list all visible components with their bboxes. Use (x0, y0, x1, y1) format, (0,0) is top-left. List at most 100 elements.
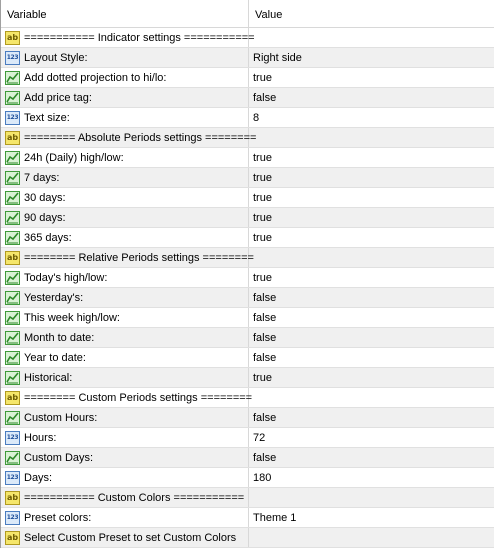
parameter-row[interactable]: Historical: true (1, 368, 494, 388)
section-row[interactable]: ab ======== Relative Periods settings ===… (1, 248, 494, 268)
parameter-value-cell[interactable]: true (249, 188, 494, 207)
string-icon: ab (5, 530, 20, 545)
section-row[interactable]: ab =========== Indicator settings =======… (1, 28, 494, 48)
parameter-value-cell[interactable]: 8 (249, 108, 494, 127)
parameter-row[interactable]: 123 Preset colors: Theme 1 (1, 508, 494, 528)
parameter-row[interactable]: This week high/low: false (1, 308, 494, 328)
parameter-name-cell[interactable]: Custom Hours: (1, 408, 249, 427)
parameter-row[interactable]: Yesterday's: false (1, 288, 494, 308)
parameter-value-cell[interactable]: false (249, 408, 494, 427)
parameter-value-cell[interactable]: false (249, 448, 494, 467)
parameter-value-cell[interactable] (249, 248, 494, 267)
parameter-value-cell[interactable] (249, 128, 494, 147)
parameter-row[interactable]: 365 days: true (1, 228, 494, 248)
parameter-name: =========== Custom Colors =========== (24, 491, 245, 504)
parameter-row[interactable]: 90 days: true (1, 208, 494, 228)
parameter-name: ======== Relative Periods settings =====… (24, 251, 254, 264)
parameter-name-cell[interactable]: 365 days: (1, 228, 249, 247)
parameter-name: Layout Style: (24, 51, 88, 64)
parameter-value-cell[interactable]: Right side (249, 48, 494, 67)
parameter-name: Today's high/low: (24, 271, 108, 284)
value-column-header[interactable]: Value (249, 0, 494, 27)
boolean-icon (5, 290, 20, 305)
parameter-name-cell[interactable]: ab =========== Custom Colors =========== (1, 488, 249, 507)
parameter-value-cell[interactable] (249, 28, 494, 47)
parameter-row[interactable]: Add price tag: false (1, 88, 494, 108)
parameter-name: Text size: (24, 111, 70, 124)
parameter-value-cell[interactable]: false (249, 308, 494, 327)
parameter-value-cell[interactable]: 180 (249, 468, 494, 487)
parameter-value-cell[interactable]: true (249, 68, 494, 87)
parameter-name-cell[interactable]: 123 Hours: (1, 428, 249, 447)
parameter-value-cell[interactable]: false (249, 328, 494, 347)
parameter-name-cell[interactable]: 123 Layout Style: (1, 48, 249, 67)
parameter-name-cell[interactable]: Historical: (1, 368, 249, 387)
parameter-value-cell[interactable]: true (249, 168, 494, 187)
parameter-row[interactable]: 123 Text size: 8 (1, 108, 494, 128)
parameter-name-cell[interactable]: Custom Days: (1, 448, 249, 467)
parameter-row[interactable]: 24h (Daily) high/low: true (1, 148, 494, 168)
parameter-name-cell[interactable]: 30 days: (1, 188, 249, 207)
parameter-name-cell[interactable]: ab ======== Custom Periods settings =====… (1, 388, 252, 407)
inputs-grid: Variable Value ab =========== Indicator s… (0, 0, 494, 548)
parameter-row[interactable]: Custom Hours: false (1, 408, 494, 428)
parameter-name-cell[interactable]: 123 Text size: (1, 108, 249, 127)
parameter-row[interactable]: 123 Days: 180 (1, 468, 494, 488)
section-row[interactable]: ab ======== Absolute Periods settings ===… (1, 128, 494, 148)
parameter-value-cell[interactable] (249, 488, 494, 507)
parameter-name: Historical: (24, 371, 73, 384)
parameter-row[interactable]: 30 days: true (1, 188, 494, 208)
boolean-icon (5, 170, 20, 185)
parameter-row[interactable]: 123 Hours: 72 (1, 428, 494, 448)
parameter-name: 30 days: (24, 191, 66, 204)
parameter-name-cell[interactable]: Year to date: (1, 348, 249, 367)
parameter-name-cell[interactable]: 7 days: (1, 168, 249, 187)
parameter-name-cell[interactable]: ab =========== Indicator settings =======… (1, 28, 255, 47)
parameter-row[interactable]: Month to date: false (1, 328, 494, 348)
parameter-name-cell[interactable]: Yesterday's: (1, 288, 249, 307)
parameter-value-cell[interactable] (249, 388, 494, 407)
parameter-value-cell[interactable]: false (249, 288, 494, 307)
boolean-icon (5, 70, 20, 85)
parameter-value-cell[interactable] (249, 528, 494, 547)
parameter-value-cell[interactable]: true (249, 208, 494, 227)
parameter-value-cell[interactable]: 72 (249, 428, 494, 447)
parameter-row[interactable]: Custom Days: false (1, 448, 494, 468)
parameter-name-cell[interactable]: Add dotted projection to hi/lo: (1, 68, 249, 87)
parameter-name: Select Custom Preset to set Custom Color… (24, 531, 237, 544)
parameter-row[interactable]: Today's high/low: true (1, 268, 494, 288)
parameter-value-cell[interactable]: false (249, 348, 494, 367)
parameter-value-cell[interactable]: true (249, 368, 494, 387)
parameter-name-cell[interactable]: ab ======== Relative Periods settings ===… (1, 248, 254, 267)
variable-column-header[interactable]: Variable (1, 0, 249, 27)
parameter-name: Add price tag: (24, 91, 92, 104)
parameter-name: Year to date: (24, 351, 86, 364)
parameter-name-cell[interactable]: This week high/low: (1, 308, 249, 327)
parameter-name-cell[interactable]: 24h (Daily) high/low: (1, 148, 249, 167)
parameter-name-cell[interactable]: Today's high/low: (1, 268, 249, 287)
boolean-icon (5, 450, 20, 465)
parameter-value-cell[interactable]: false (249, 88, 494, 107)
parameter-name-cell[interactable]: ab ======== Absolute Periods settings ===… (1, 128, 256, 147)
parameter-name-cell[interactable]: 90 days: (1, 208, 249, 227)
parameter-name-cell[interactable]: 123 Days: (1, 468, 249, 487)
parameter-name-cell[interactable]: Add price tag: (1, 88, 249, 107)
boolean-icon (5, 370, 20, 385)
section-row[interactable]: ab ======== Custom Periods settings =====… (1, 388, 494, 408)
parameter-row[interactable]: 7 days: true (1, 168, 494, 188)
parameter-value-cell[interactable]: Theme 1 (249, 508, 494, 527)
parameter-value-cell[interactable]: true (249, 268, 494, 287)
parameter-row[interactable]: Add dotted projection to hi/lo: true (1, 68, 494, 88)
parameter-name-cell[interactable]: Month to date: (1, 328, 249, 347)
section-row[interactable]: ab Select Custom Preset to set Custom Col… (1, 528, 494, 548)
section-row[interactable]: ab =========== Custom Colors =========== (1, 488, 494, 508)
parameter-value-cell[interactable]: true (249, 148, 494, 167)
parameter-name-cell[interactable]: 123 Preset colors: (1, 508, 249, 527)
boolean-icon (5, 410, 20, 425)
parameter-row[interactable]: Year to date: false (1, 348, 494, 368)
parameter-value-cell[interactable]: true (249, 228, 494, 247)
parameter-row[interactable]: 123 Layout Style: Right side (1, 48, 494, 68)
parameter-name-cell[interactable]: ab Select Custom Preset to set Custom Col… (1, 528, 249, 547)
boolean-icon (5, 330, 20, 345)
boolean-icon (5, 90, 20, 105)
